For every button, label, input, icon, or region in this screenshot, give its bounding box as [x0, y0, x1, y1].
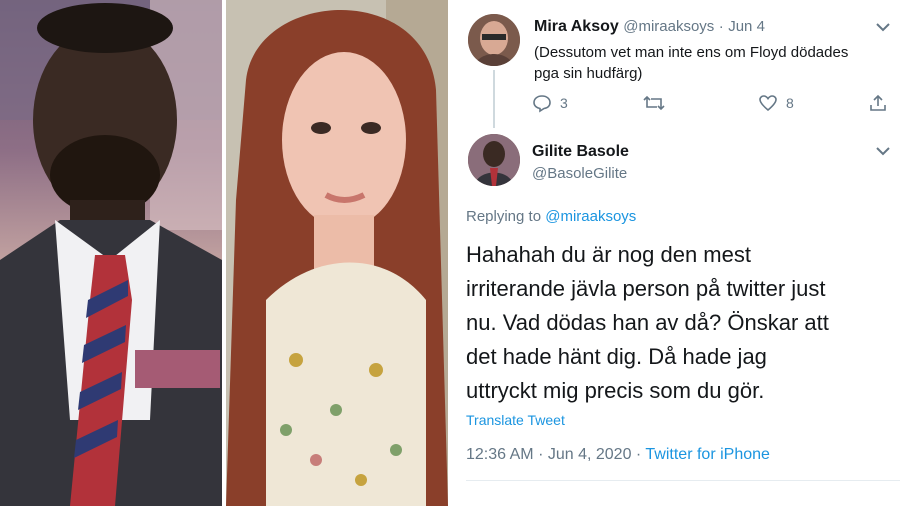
gilite-avatar[interactable] [468, 134, 520, 186]
dot-separator: · [718, 18, 724, 35]
like-icon [759, 95, 777, 112]
retweet-button[interactable] [642, 93, 666, 113]
man-photo-illustration [0, 0, 222, 506]
reply-icon [533, 95, 551, 113]
meta-separator-2: · [635, 446, 642, 463]
mira-avatar[interactable] [468, 14, 520, 66]
reply-button[interactable]: 3 [532, 93, 568, 113]
reply-count: 3 [560, 95, 568, 111]
translate-tweet-link[interactable]: Translate Tweet [466, 412, 565, 428]
meta-separator: · [538, 446, 544, 463]
woman-photo [226, 0, 448, 506]
gilite-handle[interactable]: @BasoleGilite [532, 165, 627, 182]
man-photo [0, 0, 222, 506]
share-button[interactable] [868, 93, 888, 113]
tweet-date[interactable]: Jun 4 [728, 18, 765, 35]
thread-line [493, 70, 495, 128]
author-name[interactable]: Gilite Basole [532, 143, 629, 160]
gilite-avatar-image [468, 134, 520, 186]
tweet-source[interactable]: Twitter for iPhone [645, 446, 770, 463]
chevron-down-icon[interactable] [874, 142, 892, 160]
author-handle[interactable]: @miraaksoys [623, 18, 714, 35]
tweet-thread-panel: Mira Aksoy @miraaksoys · Jun 4 (Dessutom… [452, 0, 900, 506]
tweet-full-date[interactable]: Jun 4, 2020 [548, 446, 632, 463]
mira-header: Mira Aksoy @miraaksoys · Jun 4 [534, 18, 765, 36]
divider [466, 480, 900, 481]
share-icon [870, 94, 886, 111]
chevron-down-icon[interactable] [874, 18, 892, 36]
like-count: 8 [786, 95, 794, 111]
tweet-meta: 12:36 AM · Jun 4, 2020 · Twitter for iPh… [466, 446, 770, 464]
mira-avatar-image [468, 14, 520, 66]
gilite-name[interactable]: Gilite Basole [532, 143, 629, 161]
retweet-icon [643, 95, 665, 111]
replying-prefix: Replying to [466, 208, 542, 225]
replying-to-handle[interactable]: @miraaksoys [545, 208, 636, 225]
woman-photo-illustration [226, 0, 448, 506]
like-button[interactable]: 8 [758, 93, 794, 113]
reply-context-text: (Dessutom vet man inte ens om Floyd döda… [534, 44, 849, 82]
replying-to-line: Replying to @miraaksoys [466, 208, 636, 225]
tweet-time[interactable]: 12:36 AM [466, 446, 534, 463]
author-name[interactable]: Mira Aksoy [534, 18, 619, 35]
tweet-text: Hahahah du är nog den mest irriterande j… [466, 242, 829, 403]
